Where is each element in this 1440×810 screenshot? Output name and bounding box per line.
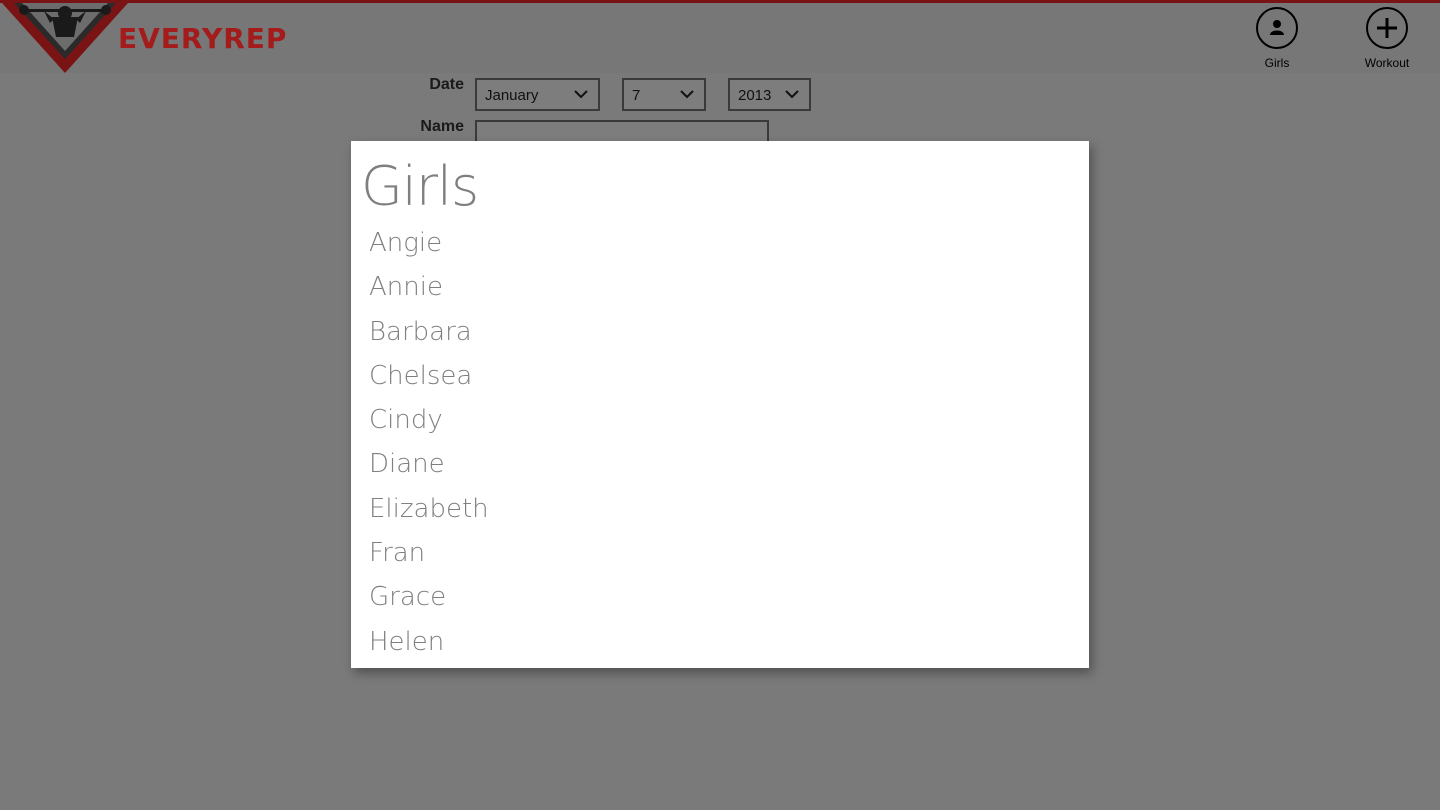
girl-list-item[interactable]: Grace [369,575,489,619]
girl-list-item[interactable]: Annie [369,265,489,309]
year-select[interactable]: 2013 [728,78,811,111]
girl-list-item[interactable]: Chelsea [369,354,489,398]
girl-list-item[interactable]: Barbara [369,310,489,354]
app-header: EVERYREP Girls Workout [0,3,1440,73]
plus-icon [1366,7,1408,49]
day-select[interactable]: 7 [622,78,706,111]
chevron-down-icon [574,90,588,99]
girl-list-item[interactable]: Cindy [369,398,489,442]
dialog-title: Girls [361,155,479,218]
girls-appbar-label: Girls [1264,56,1290,70]
workout-appbar-label: Workout [1364,56,1410,70]
day-select-value: 7 [632,87,641,104]
name-label: Name [420,118,464,135]
girls-list: Angie Annie Barbara Chelsea Cindy Diane Elizab… [369,221,489,664]
month-select[interactable]: January [475,78,600,111]
person-icon [1256,7,1298,49]
date-label: Date [429,76,464,93]
girl-list-item[interactable]: Helen [369,620,489,664]
chevron-down-icon [680,90,694,99]
girl-list-item[interactable]: Elizabeth [369,487,489,531]
girls-appbar-button[interactable]: Girls [1237,7,1317,75]
chevron-down-icon [785,90,799,99]
month-select-value: January [485,87,539,104]
everyrep-logo-icon [2,3,128,73]
girl-list-item[interactable]: Fran [369,531,489,575]
brand-wordmark: EVERYREP [118,22,288,55]
girl-list-item[interactable]: Diane [369,442,489,486]
girls-picker-dialog: Girls Angie Annie Barbara Chelsea Cindy Diane… [351,141,1089,668]
girl-list-item[interactable]: Angie [369,221,489,265]
workout-appbar-button[interactable]: Workout [1347,7,1427,75]
year-select-value: 2013 [738,87,772,104]
